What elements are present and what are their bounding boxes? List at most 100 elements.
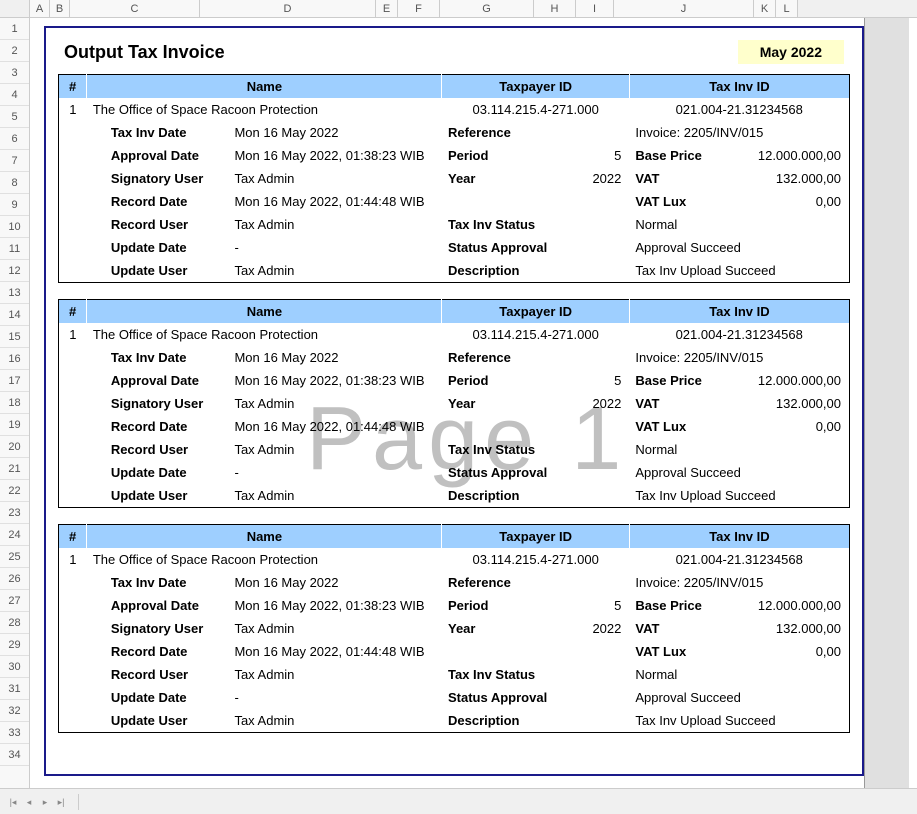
nav-last-icon[interactable]: ▸|: [54, 795, 68, 809]
row-header-30[interactable]: 30: [0, 656, 29, 678]
v3: Approval Succeed: [629, 236, 849, 259]
l3: Base Price: [629, 369, 729, 392]
v1: Mon 16 May 2022, 01:44:48 WIB: [228, 415, 442, 438]
v1: Tax Admin: [228, 392, 442, 415]
v1: Tax Admin: [228, 438, 442, 461]
col-header-L[interactable]: L: [776, 0, 798, 17]
row-header-3[interactable]: 3: [0, 62, 29, 84]
nav-next-icon[interactable]: ▸: [38, 795, 52, 809]
row-header-24[interactable]: 24: [0, 524, 29, 546]
col-header-H[interactable]: H: [534, 0, 576, 17]
v2: [577, 571, 629, 594]
l3: VAT: [629, 617, 729, 640]
row-header-34[interactable]: 34: [0, 744, 29, 766]
rec-taxpayer: 03.114.215.4-271.000: [442, 548, 629, 571]
row-header-27[interactable]: 27: [0, 590, 29, 612]
col-header-I[interactable]: I: [576, 0, 614, 17]
row-header-8[interactable]: 8: [0, 172, 29, 194]
l2: Description: [442, 709, 577, 733]
row-header-7[interactable]: 7: [0, 150, 29, 172]
row-header-2[interactable]: 2: [0, 40, 29, 62]
row-header-16[interactable]: 16: [0, 348, 29, 370]
row-header-15[interactable]: 15: [0, 326, 29, 348]
l1: Update Date: [87, 686, 229, 709]
l1: Approval Date: [87, 144, 229, 167]
row-header-28[interactable]: 28: [0, 612, 29, 634]
col-header-E[interactable]: E: [376, 0, 398, 17]
row-header-12[interactable]: 12: [0, 260, 29, 282]
l1: Record User: [87, 438, 229, 461]
l2: Tax Inv Status: [442, 663, 577, 686]
row-header-21[interactable]: 21: [0, 458, 29, 480]
v3: 0,00: [730, 640, 850, 663]
col-header-J[interactable]: J: [614, 0, 754, 17]
row-header-13[interactable]: 13: [0, 282, 29, 304]
col-header-C[interactable]: C: [70, 0, 200, 17]
v2: 2022: [577, 167, 629, 190]
row-header-25[interactable]: 25: [0, 546, 29, 568]
col-header-A[interactable]: A: [30, 0, 50, 17]
row-header-19[interactable]: 19: [0, 414, 29, 436]
v2: [577, 415, 629, 438]
col-header-D[interactable]: D: [200, 0, 376, 17]
v2: [577, 438, 629, 461]
row-header-17[interactable]: 17: [0, 370, 29, 392]
row-header-14[interactable]: 14: [0, 304, 29, 326]
v3: Invoice: 2205/INV/015: [629, 121, 849, 144]
row-header-5[interactable]: 5: [0, 106, 29, 128]
th-name: Name: [87, 525, 442, 549]
th-taxinv: Tax Inv ID: [629, 300, 849, 324]
v1: Mon 16 May 2022, 01:38:23 WIB: [228, 369, 442, 392]
col-header-B[interactable]: B: [50, 0, 70, 17]
l3: VAT: [629, 167, 729, 190]
row-header-1[interactable]: 1: [0, 18, 29, 40]
v2: 2022: [577, 617, 629, 640]
v2: [577, 663, 629, 686]
nav-first-icon[interactable]: |◂: [6, 795, 20, 809]
rec-taxpayer: 03.114.215.4-271.000: [442, 98, 629, 121]
v3: Normal: [629, 213, 849, 236]
v3: Approval Succeed: [629, 461, 849, 484]
l3: VAT: [629, 392, 729, 415]
th-taxinv: Tax Inv ID: [629, 75, 849, 99]
row-header-26[interactable]: 26: [0, 568, 29, 590]
sheet-area[interactable]: Page 1 Output Tax Invoice May 2022 #Name…: [30, 18, 917, 788]
print-page: Page 1 Output Tax Invoice May 2022 #Name…: [44, 26, 864, 776]
row-header-18[interactable]: 18: [0, 392, 29, 414]
l1: Record Date: [87, 640, 229, 663]
th-name: Name: [87, 75, 442, 99]
col-header-G[interactable]: G: [440, 0, 534, 17]
row-header-29[interactable]: 29: [0, 634, 29, 656]
l1: Update User: [87, 259, 229, 283]
v1: Mon 16 May 2022, 01:44:48 WIB: [228, 640, 442, 663]
row-header-32[interactable]: 32: [0, 700, 29, 722]
row-header-33[interactable]: 33: [0, 722, 29, 744]
v2: 2022: [577, 392, 629, 415]
v3: Approval Succeed: [629, 686, 849, 709]
row-header-20[interactable]: 20: [0, 436, 29, 458]
v1: Mon 16 May 2022, 01:38:23 WIB: [228, 144, 442, 167]
nav-prev-icon[interactable]: ◂: [22, 795, 36, 809]
th-num: #: [59, 525, 87, 549]
col-header-F[interactable]: F: [398, 0, 440, 17]
l1: Update User: [87, 484, 229, 508]
row-header-6[interactable]: 6: [0, 128, 29, 150]
row-header-4[interactable]: 4: [0, 84, 29, 106]
v2: [577, 346, 629, 369]
l1: Tax Inv Date: [87, 571, 229, 594]
rec-name: The Office of Space Racoon Protection: [87, 323, 442, 346]
row-header-23[interactable]: 23: [0, 502, 29, 524]
col-header-K[interactable]: K: [754, 0, 776, 17]
row-header-22[interactable]: 22: [0, 480, 29, 502]
v3: Normal: [629, 663, 849, 686]
row-header-11[interactable]: 11: [0, 238, 29, 260]
rec-taxinv: 021.004-21.31234568: [629, 323, 849, 346]
row-header-10[interactable]: 10: [0, 216, 29, 238]
rec-num: 1: [59, 98, 87, 121]
right-gutter: [864, 18, 909, 788]
rec-name: The Office of Space Racoon Protection: [87, 98, 442, 121]
v1: Tax Admin: [228, 663, 442, 686]
row-header-31[interactable]: 31: [0, 678, 29, 700]
row-header-9[interactable]: 9: [0, 194, 29, 216]
v3: 132.000,00: [730, 617, 850, 640]
